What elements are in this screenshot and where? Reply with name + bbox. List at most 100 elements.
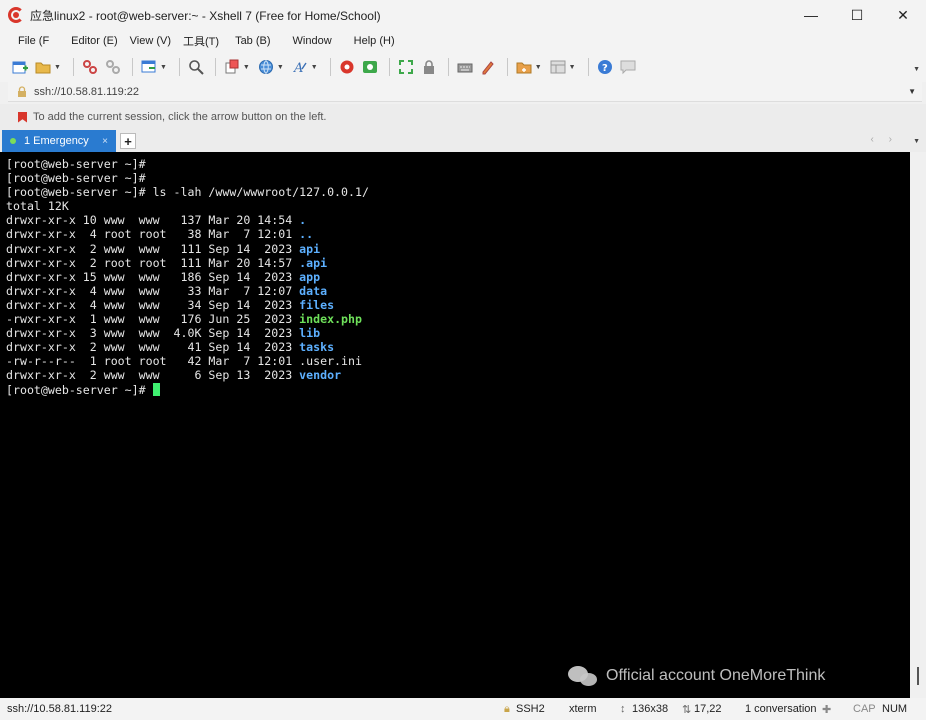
directory-name: lib [299, 326, 321, 341]
xftp-icon[interactable] [337, 57, 357, 77]
scrollbar[interactable] [910, 152, 926, 698]
terminal-line: drwxr-xr-x 4 root root 38 Mar 7 12:01 .. [6, 227, 910, 241]
directory-name: api [299, 241, 321, 256]
wechat-icon [568, 664, 598, 688]
terminal-line: drwxr-xr-x 3 www www 4.0K Sep 14 2023 li… [6, 326, 910, 340]
transfer-icon[interactable] [514, 57, 534, 77]
toolbar-overflow-icon[interactable]: ▼ [913, 66, 920, 73]
menu-window[interactable]: Window [287, 35, 338, 47]
info-bar: To add the current session, click the ar… [0, 104, 926, 130]
status-size: 136x38 [632, 703, 669, 715]
xmanager-icon[interactable] [360, 57, 380, 77]
tab-emergency[interactable]: 1 Emergency × [2, 130, 116, 152]
find-icon[interactable] [186, 57, 206, 77]
keyboard-icon[interactable] [455, 57, 475, 77]
maximize-button[interactable]: ☐ [834, 0, 880, 30]
terminal-line: drwxr-xr-x 4 www www 34 Sep 14 2023 file… [6, 298, 910, 312]
toolbar-separator [587, 58, 589, 76]
chevron-down-icon[interactable]: ▼ [160, 64, 167, 71]
status-address: ssh://10.58.81.119:22 [7, 703, 112, 715]
reconnect-icon[interactable] [80, 57, 100, 77]
terminal-line: drwxr-xr-x 2 www www 41 Sep 14 2023 task… [6, 340, 910, 354]
terminal-text: drwxr-xr-x 10 www www 137 Mar 20 14:54 [6, 213, 300, 228]
menu-file[interactable]: File (F [12, 35, 55, 47]
lock-icon: 🔒︎ [504, 703, 510, 715]
chevron-down-icon[interactable]: ▼ [535, 64, 542, 71]
new-session-icon[interactable] [10, 57, 30, 77]
executable-name: index.php [299, 312, 362, 327]
terminal-text: drwxr-xr-x 2 www www 111 Sep 14 2023 [6, 241, 300, 256]
terminal-line: drwxr-xr-x 4 www www 33 Mar 7 12:07 data [6, 284, 910, 298]
tab-nav-arrows[interactable]: ‹ › [871, 134, 898, 145]
status-term: xterm [569, 703, 597, 715]
toolbar-separator [329, 58, 331, 76]
chat-icon[interactable] [618, 57, 638, 77]
font-icon[interactable]: A [290, 57, 310, 77]
status-num: NUM [882, 703, 908, 715]
menu-tab[interactable]: Tab (B) [229, 35, 276, 47]
terminal-text: drwxr-xr-x 2 www www 6 Sep 13 2023 [6, 368, 300, 383]
terminal-line: drwxr-xr-x 2 www www 6 Sep 13 2023 vendo… [6, 368, 910, 382]
terminal-text: drwxr-xr-x 2 root root 111 Mar 20 14:57 [6, 255, 300, 270]
add-tab-button[interactable]: + [120, 133, 136, 149]
window-controls: — ☐ ✕ [788, 0, 926, 30]
lock-icon [16, 86, 28, 98]
close-icon[interactable]: × [102, 136, 108, 147]
chevron-down-icon[interactable]: ▼ [311, 64, 318, 71]
chevron-down-icon[interactable]: ▼ [277, 64, 284, 71]
status-dot-icon [10, 138, 16, 144]
terminal-line: drwxr-xr-x 15 www www 186 Sep 14 2023 ap… [6, 270, 910, 284]
watermark-text: Official account OneMoreThink [606, 667, 826, 684]
terminal-text: -rwxr-xr-x 1 www www 176 Jun 25 2023 [6, 312, 300, 327]
directory-name: files [299, 297, 335, 312]
close-button[interactable]: ✕ [880, 0, 926, 30]
copy-icon[interactable] [222, 57, 242, 77]
lock-icon[interactable] [419, 57, 439, 77]
terminal-text: total 12K [6, 199, 69, 214]
chevron-down-icon[interactable]: ▼ [913, 138, 920, 145]
new-tab-icon[interactable] [139, 57, 159, 77]
tab-label: 1 Emergency [24, 135, 89, 147]
open-folder-icon[interactable] [33, 57, 53, 77]
chevron-down-icon[interactable]: ▼ [243, 64, 250, 71]
terminal-text: drwxr-xr-x 3 www www 4.0K Sep 14 2023 [6, 326, 300, 341]
toolbar-separator [388, 58, 390, 76]
terminal-text: drwxr-xr-x 4 www www 33 Mar 7 12:07 [6, 283, 300, 298]
minimize-button[interactable]: — [788, 0, 834, 30]
script-icon[interactable] [478, 57, 498, 77]
resize-icon: ↕ [620, 703, 626, 715]
layout-icon[interactable] [548, 57, 568, 77]
disconnect-icon[interactable] [103, 57, 123, 77]
cursor-pos-icon: ⇅ [682, 704, 692, 716]
address-bar[interactable]: ssh://10.58.81.119:22 ▼ [8, 82, 922, 102]
directory-name: .api [299, 255, 328, 270]
status-bar: ssh://10.58.81.119:22 🔒︎ SSH2 xterm ↕ 13… [0, 698, 926, 720]
terminal-screen[interactable]: [root@web-server ~]# [root@web-server ~]#… [0, 152, 910, 698]
fullscreen-icon[interactable] [396, 57, 416, 77]
chevron-down-icon[interactable]: ▼ [908, 87, 916, 96]
address-field[interactable]: ssh://10.58.81.119:22 [34, 86, 139, 98]
directory-name: data [299, 283, 328, 298]
globe-icon[interactable] [256, 57, 276, 77]
menu-view[interactable]: View (V) [124, 35, 177, 47]
terminal-line: drwxr-xr-x 10 www www 137 Mar 20 14:54 . [6, 213, 910, 227]
scroll-thumb[interactable] [917, 667, 919, 685]
terminal-cursor [152, 382, 160, 396]
terminal-line: [root@web-server ~]# [6, 171, 910, 185]
help-icon[interactable]: ? [595, 57, 615, 77]
terminal-text: [root@web-server ~]# [6, 171, 146, 186]
directory-name: .. [299, 227, 314, 242]
terminal-line: [root@web-server ~]# [6, 157, 910, 171]
terminal-line: drwxr-xr-x 2 root root 111 Mar 20 14:57 … [6, 256, 910, 270]
menu-edit[interactable]: Editor (E) [65, 35, 123, 47]
terminal-text: drwxr-xr-x 4 www www 34 Sep 14 2023 [6, 297, 300, 312]
status-position: 17,22 [694, 703, 722, 715]
terminal-line: -rwxr-xr-x 1 www www 176 Jun 25 2023 ind… [6, 312, 910, 326]
chevron-down-icon[interactable]: ▼ [54, 64, 61, 71]
menu-help[interactable]: Help (H) [348, 35, 401, 47]
window-title: 应急linux2 - root@web-server:~ - Xshell 7 … [30, 8, 381, 23]
menu-tools[interactable]: 工具(T) [177, 33, 225, 49]
session-arrow-icon[interactable]: ✚ [822, 703, 831, 716]
bookmark-icon[interactable] [18, 111, 27, 123]
chevron-down-icon[interactable]: ▼ [569, 64, 576, 71]
